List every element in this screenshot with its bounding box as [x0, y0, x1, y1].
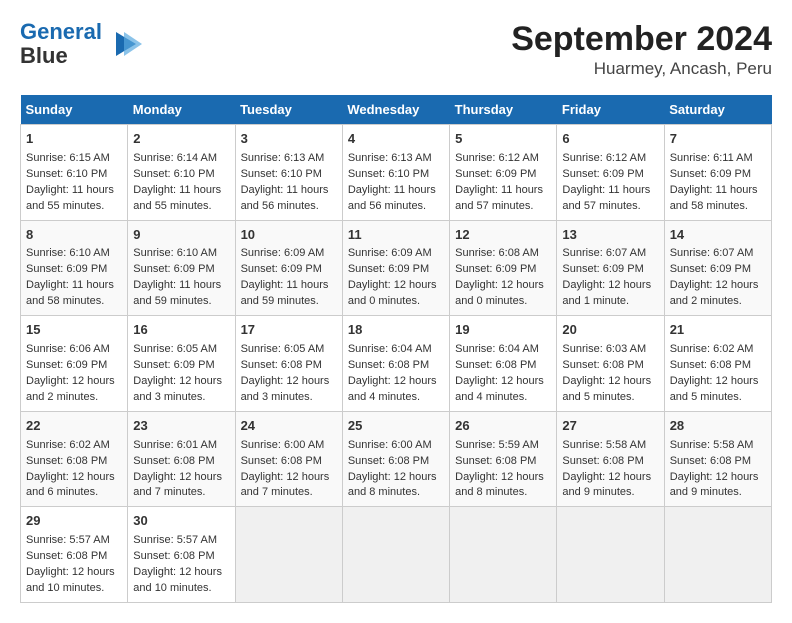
day-cell-14: 14 Sunrise: 6:07 AM Sunset: 6:09 PM Dayl… — [664, 220, 771, 316]
day-cell-16: 16 Sunrise: 6:05 AM Sunset: 6:09 PM Dayl… — [128, 316, 235, 412]
day-cell-20: 20 Sunrise: 6:03 AM Sunset: 6:08 PM Dayl… — [557, 316, 664, 412]
col-tuesday: Tuesday — [235, 95, 342, 125]
calendar-table: Sunday Monday Tuesday Wednesday Thursday… — [20, 95, 772, 603]
page-title: September 2024 — [511, 20, 772, 59]
day-cell-1: 1 Sunrise: 6:15 AM Sunset: 6:10 PM Dayli… — [21, 125, 128, 221]
day-cell-30: 30 Sunrise: 5:57 AM Sunset: 6:08 PM Dayl… — [128, 507, 235, 603]
empty-cell — [342, 507, 449, 603]
calendar-row: 22 Sunrise: 6:02 AM Sunset: 6:08 PM Dayl… — [21, 411, 772, 507]
day-cell-24: 24 Sunrise: 6:00 AM Sunset: 6:08 PM Dayl… — [235, 411, 342, 507]
col-friday: Friday — [557, 95, 664, 125]
day-cell-4: 4 Sunrise: 6:13 AM Sunset: 6:10 PM Dayli… — [342, 125, 449, 221]
page-subtitle: Huarmey, Ancash, Peru — [511, 59, 772, 79]
logo: GeneralBlue — [20, 20, 142, 68]
calendar-row: 8 Sunrise: 6:10 AM Sunset: 6:09 PM Dayli… — [21, 220, 772, 316]
logo-icon — [106, 26, 142, 62]
day-cell-10: 10 Sunrise: 6:09 AM Sunset: 6:09 PM Dayl… — [235, 220, 342, 316]
col-sunday: Sunday — [21, 95, 128, 125]
title-block: September 2024 Huarmey, Ancash, Peru — [511, 20, 772, 79]
empty-cell — [664, 507, 771, 603]
logo-text: GeneralBlue — [20, 20, 102, 68]
day-cell-11: 11 Sunrise: 6:09 AM Sunset: 6:09 PM Dayl… — [342, 220, 449, 316]
col-thursday: Thursday — [450, 95, 557, 125]
day-cell-21: 21 Sunrise: 6:02 AM Sunset: 6:08 PM Dayl… — [664, 316, 771, 412]
day-cell-19: 19 Sunrise: 6:04 AM Sunset: 6:08 PM Dayl… — [450, 316, 557, 412]
day-cell-17: 17 Sunrise: 6:05 AM Sunset: 6:08 PM Dayl… — [235, 316, 342, 412]
col-wednesday: Wednesday — [342, 95, 449, 125]
day-cell-3: 3 Sunrise: 6:13 AM Sunset: 6:10 PM Dayli… — [235, 125, 342, 221]
day-cell-2: 2 Sunrise: 6:14 AM Sunset: 6:10 PM Dayli… — [128, 125, 235, 221]
page-header: GeneralBlue September 2024 Huarmey, Anca… — [20, 20, 772, 79]
header-row: Sunday Monday Tuesday Wednesday Thursday… — [21, 95, 772, 125]
col-saturday: Saturday — [664, 95, 771, 125]
day-cell-22: 22 Sunrise: 6:02 AM Sunset: 6:08 PM Dayl… — [21, 411, 128, 507]
calendar-row: 15 Sunrise: 6:06 AM Sunset: 6:09 PM Dayl… — [21, 316, 772, 412]
day-cell-18: 18 Sunrise: 6:04 AM Sunset: 6:08 PM Dayl… — [342, 316, 449, 412]
day-cell-23: 23 Sunrise: 6:01 AM Sunset: 6:08 PM Dayl… — [128, 411, 235, 507]
day-cell-8: 8 Sunrise: 6:10 AM Sunset: 6:09 PM Dayli… — [21, 220, 128, 316]
day-cell-28: 28 Sunrise: 5:58 AM Sunset: 6:08 PM Dayl… — [664, 411, 771, 507]
day-cell-25: 25 Sunrise: 6:00 AM Sunset: 6:08 PM Dayl… — [342, 411, 449, 507]
day-cell-12: 12 Sunrise: 6:08 AM Sunset: 6:09 PM Dayl… — [450, 220, 557, 316]
empty-cell — [235, 507, 342, 603]
col-monday: Monday — [128, 95, 235, 125]
day-cell-29: 29 Sunrise: 5:57 AM Sunset: 6:08 PM Dayl… — [21, 507, 128, 603]
day-cell-7: 7 Sunrise: 6:11 AM Sunset: 6:09 PM Dayli… — [664, 125, 771, 221]
day-cell-5: 5 Sunrise: 6:12 AM Sunset: 6:09 PM Dayli… — [450, 125, 557, 221]
calendar-row: 1 Sunrise: 6:15 AM Sunset: 6:10 PM Dayli… — [21, 125, 772, 221]
empty-cell — [450, 507, 557, 603]
empty-cell — [557, 507, 664, 603]
day-cell-15: 15 Sunrise: 6:06 AM Sunset: 6:09 PM Dayl… — [21, 316, 128, 412]
day-cell-27: 27 Sunrise: 5:58 AM Sunset: 6:08 PM Dayl… — [557, 411, 664, 507]
day-cell-6: 6 Sunrise: 6:12 AM Sunset: 6:09 PM Dayli… — [557, 125, 664, 221]
day-cell-26: 26 Sunrise: 5:59 AM Sunset: 6:08 PM Dayl… — [450, 411, 557, 507]
calendar-row: 29 Sunrise: 5:57 AM Sunset: 6:08 PM Dayl… — [21, 507, 772, 603]
day-cell-9: 9 Sunrise: 6:10 AM Sunset: 6:09 PM Dayli… — [128, 220, 235, 316]
day-cell-13: 13 Sunrise: 6:07 AM Sunset: 6:09 PM Dayl… — [557, 220, 664, 316]
